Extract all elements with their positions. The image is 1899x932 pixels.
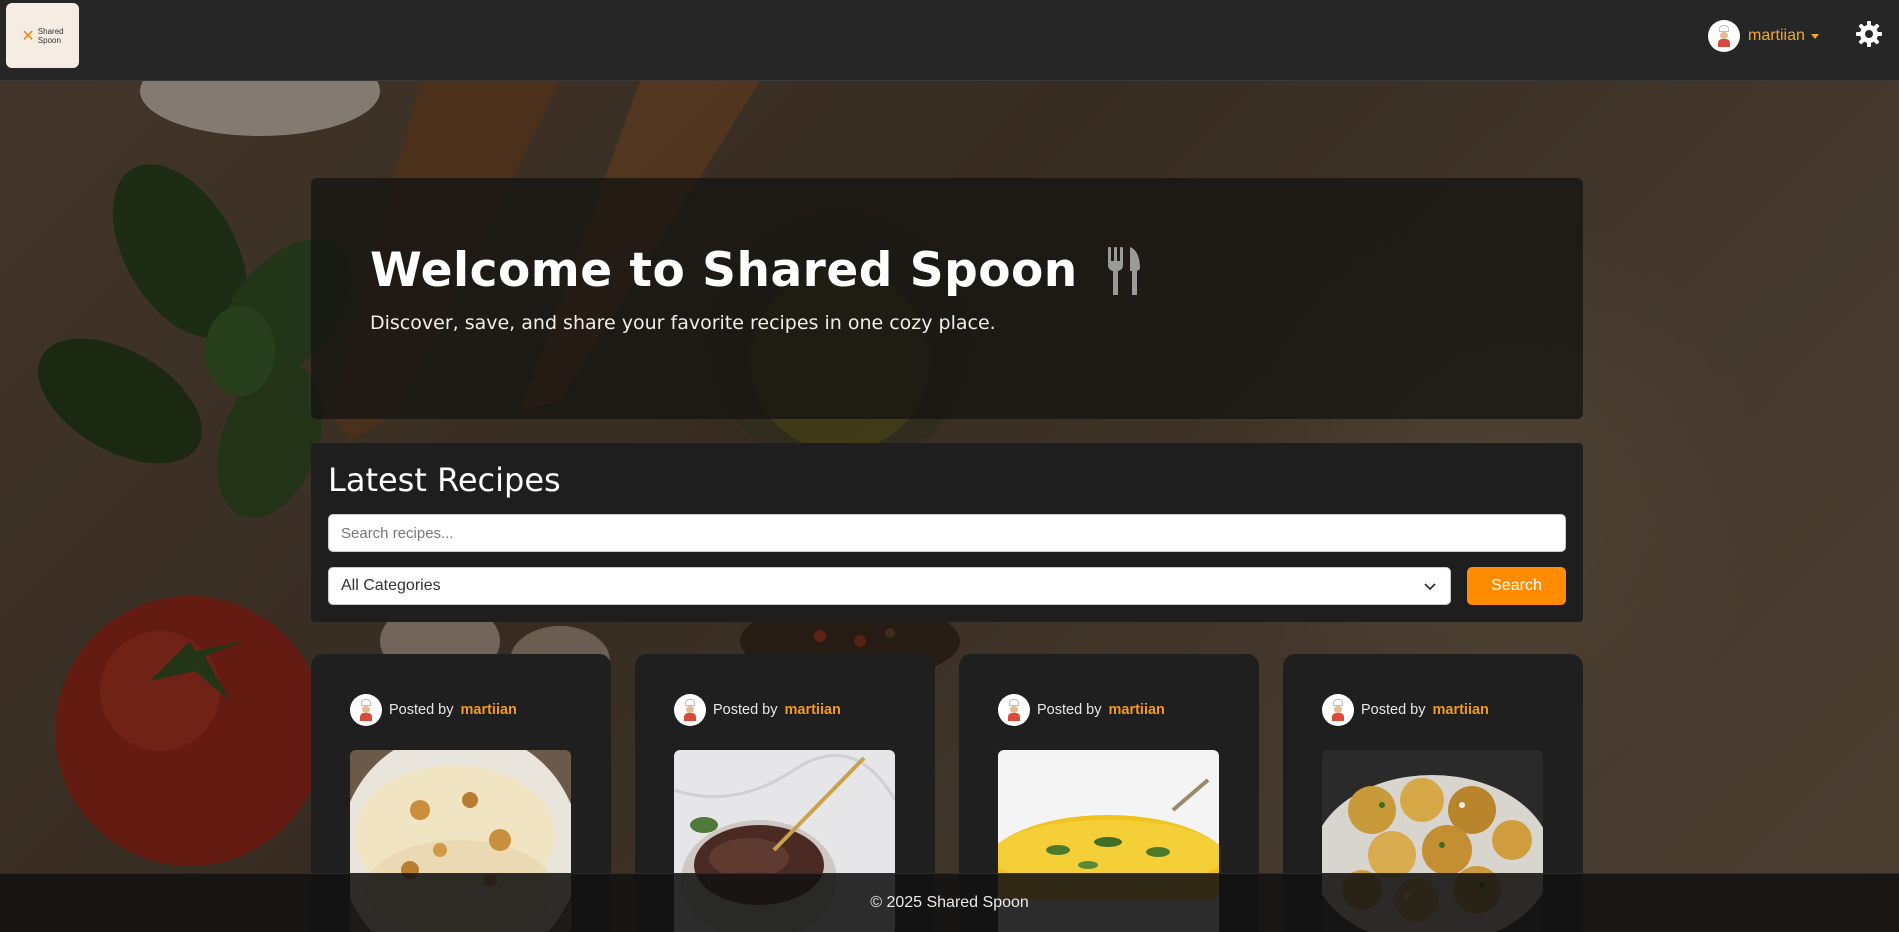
logo-line2: Spoon [37, 35, 61, 45]
card-meta: Posted by martiian [674, 694, 841, 726]
footer: © 2025 Shared Spoon [0, 873, 1899, 932]
caret-down-icon [1810, 33, 1819, 39]
author-avatar [1322, 694, 1354, 726]
category-selected-value: All Categories [341, 577, 441, 594]
card-meta: Posted by martiian [998, 694, 1165, 726]
search-button[interactable]: Search [1467, 567, 1566, 605]
logo-line1: Shared [37, 26, 64, 36]
card-meta: Posted by martiian [1322, 694, 1489, 726]
username-label: martiian [1748, 27, 1805, 44]
spoon-fork-icon: ✕ [21, 25, 35, 45]
author-link[interactable]: martiian [1433, 702, 1489, 718]
latest-recipes-title: Latest Recipes [328, 461, 561, 499]
author-link[interactable]: martiian [461, 702, 517, 718]
posted-by-label: Posted by [389, 702, 454, 718]
user-menu-dropdown[interactable]: martiian [1708, 19, 1819, 53]
site-logo[interactable]: ✕ Shared Spoon [6, 3, 79, 68]
navbar: ✕ Shared Spoon martiian [0, 0, 1899, 81]
hero-banner: Welcome to Shared Spoon Discover, save, … [311, 178, 1583, 419]
posted-by-label: Posted by [1037, 702, 1102, 718]
hero-subtitle: Discover, save, and share your favorite … [370, 312, 996, 334]
posted-by-label: Posted by [1361, 702, 1426, 718]
chevron-down-icon [1424, 583, 1436, 591]
fork-knife-icon [1107, 246, 1140, 295]
category-select[interactable]: All Categories [328, 567, 1451, 605]
user-avatar [1708, 20, 1740, 52]
author-link[interactable]: martiian [785, 702, 841, 718]
posted-by-label: Posted by [713, 702, 778, 718]
author-link[interactable]: martiian [1109, 702, 1165, 718]
author-avatar [998, 694, 1030, 726]
author-avatar [350, 694, 382, 726]
hero-title-text: Welcome to Shared Spoon [370, 243, 1078, 298]
author-avatar [674, 694, 706, 726]
card-meta: Posted by martiian [350, 694, 517, 726]
search-input[interactable] [328, 514, 1566, 552]
logo-text: Shared Spoon [38, 27, 64, 45]
footer-copyright: © 2025 Shared Spoon [870, 894, 1029, 911]
gear-icon[interactable] [1856, 21, 1882, 47]
latest-recipes-panel: Latest Recipes All Categories Search [311, 443, 1583, 622]
hero-title: Welcome to Shared Spoon [370, 243, 1142, 298]
